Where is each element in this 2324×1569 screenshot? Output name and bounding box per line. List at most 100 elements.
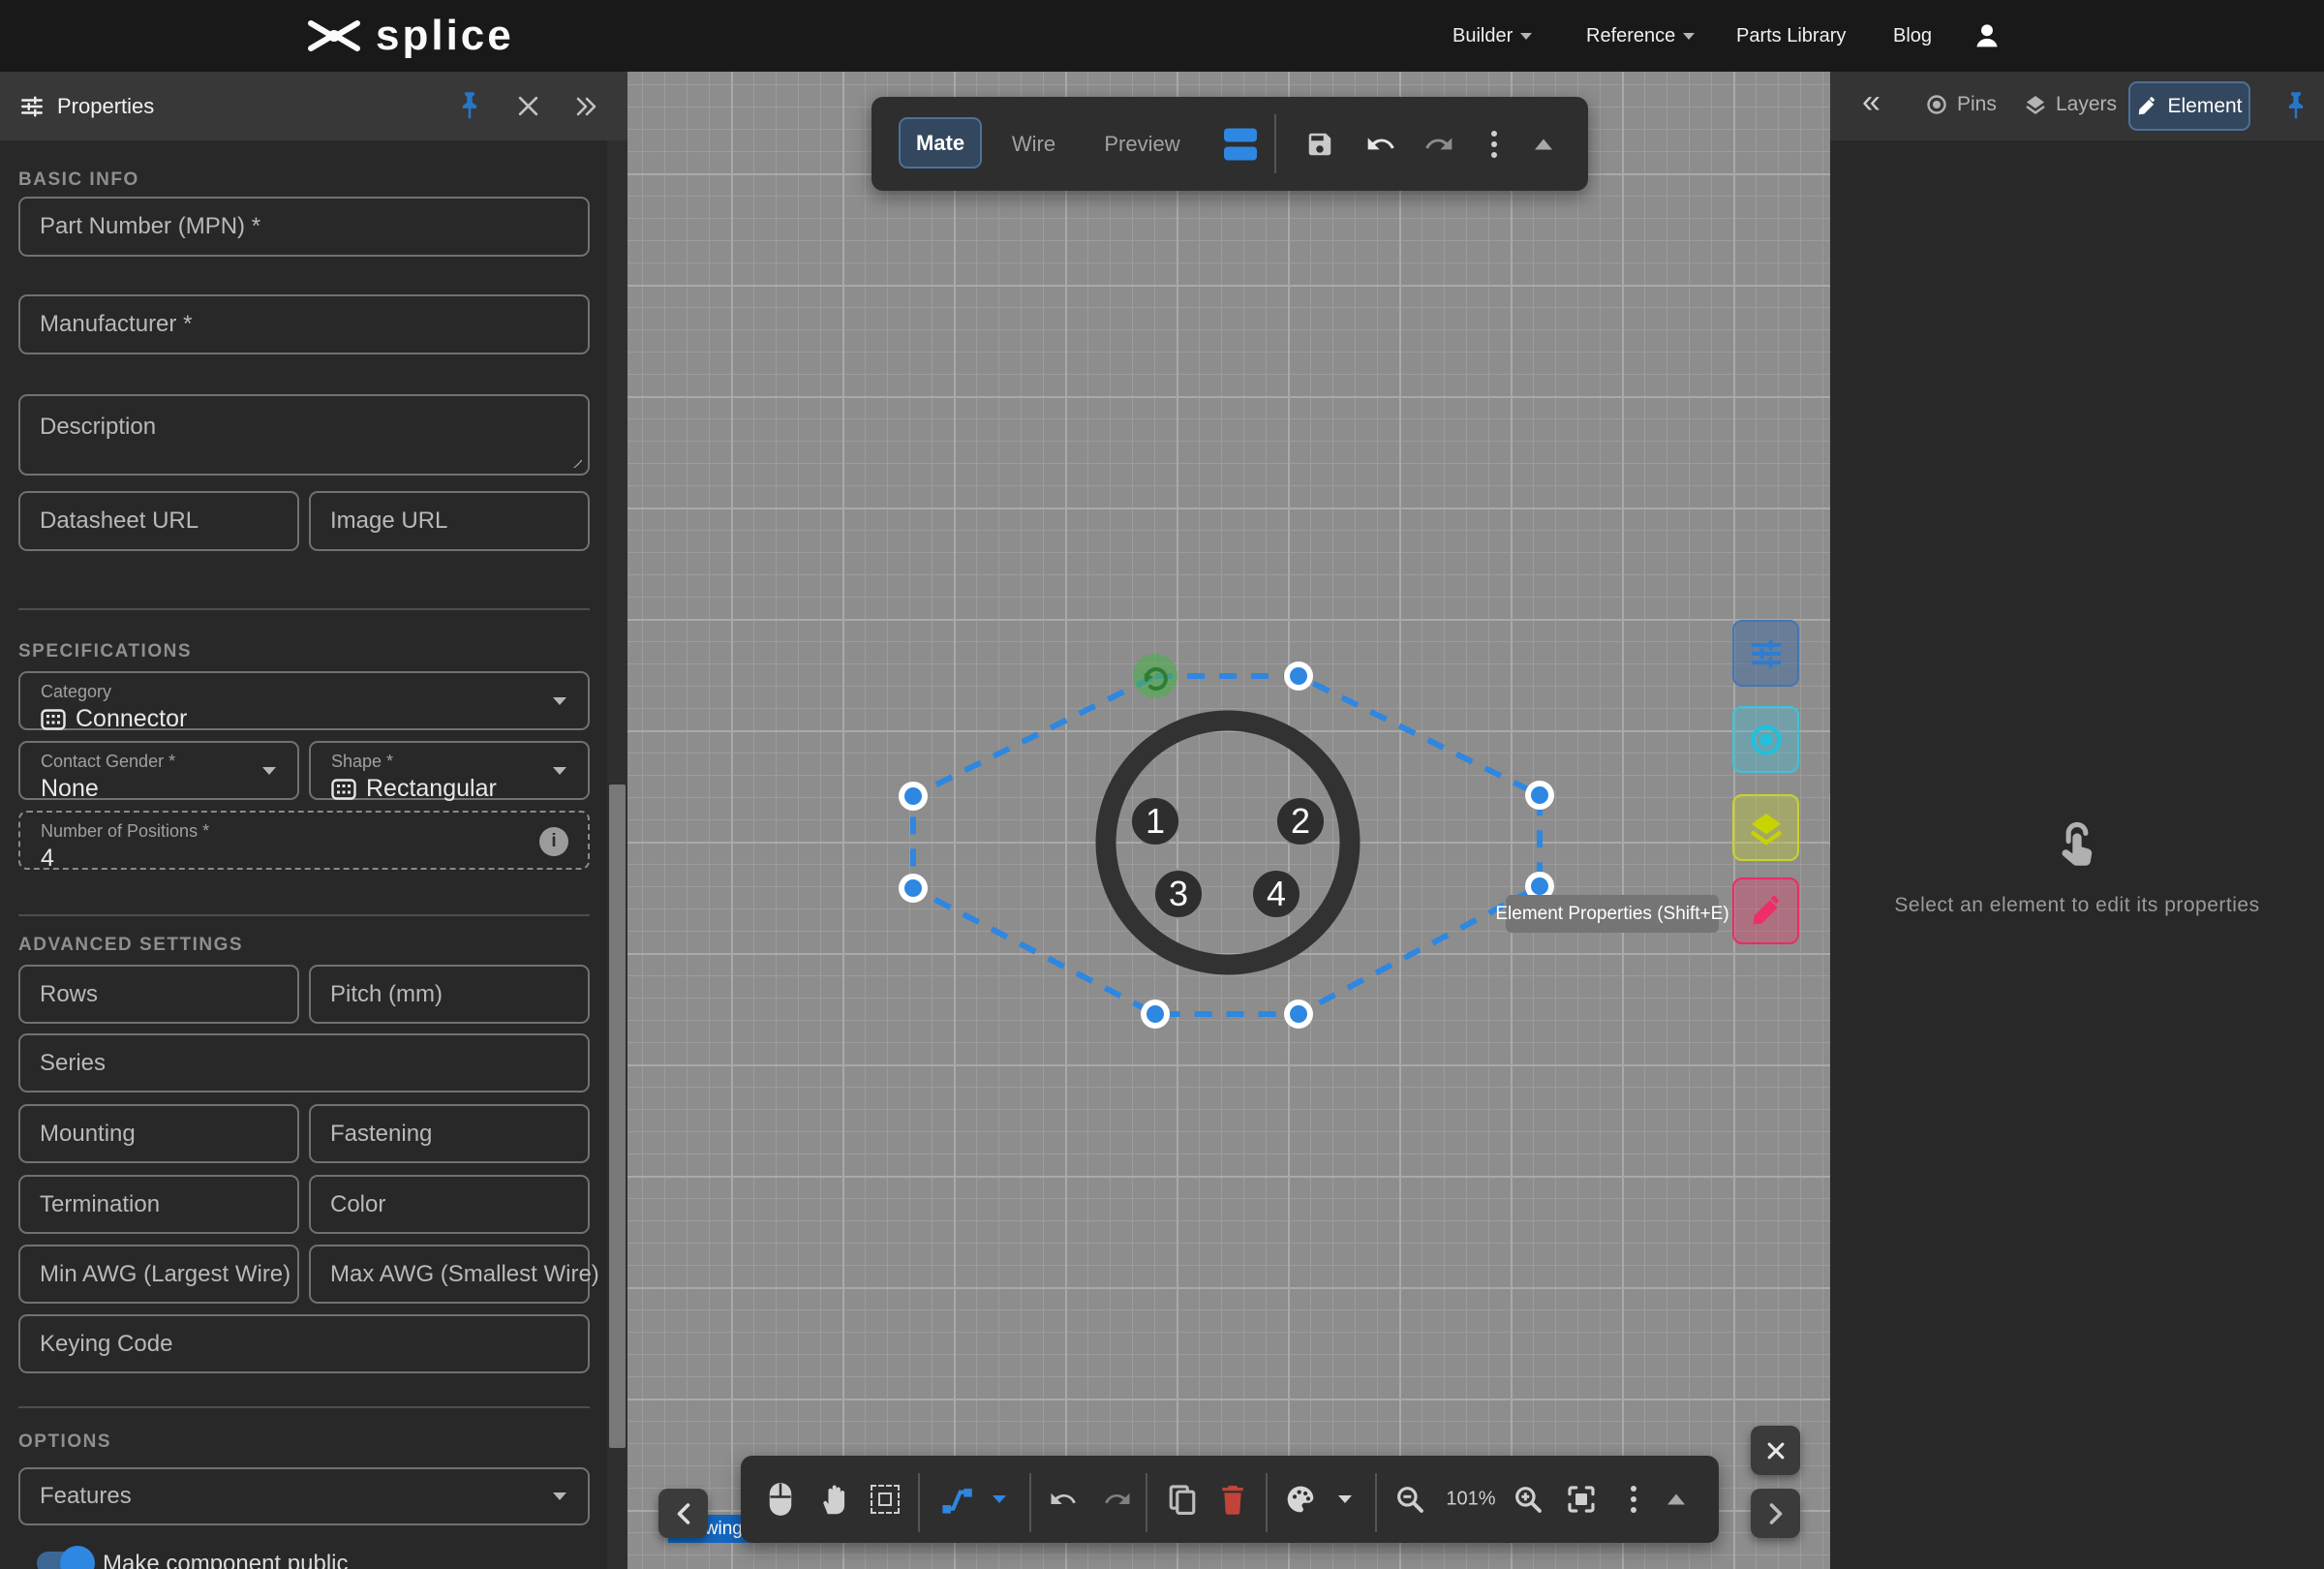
pin-panel-icon[interactable] [2281, 91, 2310, 122]
element-properties-button[interactable] [1732, 620, 1799, 687]
triangle-up-icon [1535, 138, 1552, 149]
zoom-level[interactable]: 101% [1440, 1489, 1502, 1511]
panel-scrollbar[interactable] [607, 140, 627, 1569]
make-public-label: Make component public [103, 1551, 349, 1569]
shape-select[interactable]: Shape * Rectangular [309, 741, 590, 802]
collapse-toolbar-button[interactable] [1663, 1493, 1690, 1505]
scroll-tabs-right-button[interactable] [1751, 1489, 1800, 1538]
account-button[interactable] [1971, 0, 2003, 72]
more-options-button[interactable] [1484, 130, 1504, 158]
tab-layers[interactable]: Layers [2024, 93, 2117, 116]
collapse-panel-icon[interactable] [573, 95, 598, 118]
layer-properties-button[interactable] [1732, 794, 1799, 861]
nav-item-blog[interactable]: Blog [1893, 0, 1932, 72]
duplicate-button[interactable] [1165, 1483, 1200, 1516]
layout-rows-icon[interactable] [1223, 128, 1258, 160]
part-number-field[interactable]: Part Number (MPN) * [18, 197, 590, 257]
undo-button[interactable] [1363, 129, 1398, 160]
select-component-button[interactable] [869, 1485, 902, 1514]
pin-panel-icon[interactable] [455, 91, 484, 122]
section-divider [18, 914, 590, 916]
zoom-out-button[interactable] [1393, 1484, 1426, 1515]
handle-bottom-left[interactable] [1141, 1000, 1170, 1029]
resize-handle[interactable] [572, 458, 582, 468]
handle-right-upper[interactable] [1525, 781, 1554, 810]
appearance-button[interactable] [1283, 1484, 1318, 1515]
rows-field[interactable]: Rows [18, 965, 299, 1024]
tab-element[interactable]: Element [2128, 81, 2250, 131]
nav-item-reference[interactable]: Reference [1586, 0, 1696, 72]
hand-icon [823, 1485, 845, 1515]
make-public-toggle[interactable] [37, 1546, 95, 1569]
features-select[interactable]: Features [18, 1467, 590, 1525]
toggle-knob [60, 1546, 95, 1569]
element-edit-button[interactable] [1732, 877, 1799, 944]
collapse-panel-icon[interactable]: « [1862, 83, 1881, 121]
max-awg-field[interactable]: Max AWG (Smallest Wire) [309, 1245, 599, 1304]
nav-item-builder[interactable]: Builder [1452, 0, 1533, 72]
handle-left-lower[interactable] [899, 874, 928, 903]
appearance-dropdown[interactable] [1334, 1495, 1356, 1503]
divider [1266, 1473, 1268, 1532]
zoom-in-button[interactable] [1512, 1484, 1544, 1515]
tab-wire[interactable]: Wire [997, 97, 1070, 191]
tab-mate[interactable]: Mate [899, 117, 982, 169]
chevron-down-icon [1520, 32, 1533, 40]
handle-left-upper[interactable] [899, 782, 928, 811]
divider [1146, 1473, 1147, 1532]
redo-button[interactable] [1101, 1485, 1134, 1514]
datasheet-url-field[interactable]: Datasheet URL [18, 491, 299, 551]
wire-tool-dropdown[interactable] [989, 1495, 1010, 1503]
description-field[interactable]: Description [18, 394, 590, 476]
undo-icon [1367, 137, 1394, 149]
category-select[interactable]: Category Connector [18, 671, 590, 732]
close-icon[interactable] [516, 94, 540, 118]
pitch-field[interactable]: Pitch (mm) [309, 965, 590, 1024]
fit-to-screen-button[interactable] [1564, 1484, 1599, 1515]
save-button[interactable] [1303, 130, 1336, 159]
number-of-positions-field[interactable]: Number of Positions * 4 i [18, 811, 590, 872]
delete-button[interactable] [1217, 1484, 1248, 1515]
tab-pins[interactable]: Pins [1925, 93, 1997, 116]
connector-icon [41, 708, 66, 730]
collapse-toolbar-button[interactable] [1530, 138, 1557, 149]
tune-icon [1751, 638, 1781, 668]
mouse-mode-button[interactable] [764, 1481, 797, 1518]
pin-4-label: 4 [1267, 874, 1286, 913]
logo-wordmark: splice [376, 12, 514, 59]
tab-preview[interactable]: Preview [1096, 97, 1188, 191]
nav-item-parts-library[interactable]: Parts Library [1736, 0, 1846, 72]
series-field[interactable]: Series [18, 1033, 590, 1092]
scrollbar-thumb[interactable] [609, 784, 626, 1448]
info-icon[interactable]: i [539, 827, 568, 856]
min-awg-field[interactable]: Min AWG (Largest Wire) [18, 1245, 299, 1304]
manufacturer-field[interactable]: Manufacturer * [18, 294, 590, 354]
close-view-button[interactable] [1751, 1426, 1800, 1475]
pan-mode-button[interactable] [816, 1482, 851, 1517]
chevron-down-icon [1338, 1495, 1352, 1503]
connector-icon [331, 778, 356, 800]
image-url-field[interactable]: Image URL [309, 491, 590, 551]
keying-code-field[interactable]: Keying Code [18, 1314, 590, 1373]
pin-3-label: 3 [1169, 874, 1188, 913]
redo-button[interactable] [1422, 129, 1456, 160]
mounting-field[interactable]: Mounting [18, 1104, 299, 1163]
undo-button[interactable] [1047, 1485, 1080, 1514]
more-options-button[interactable] [1624, 1486, 1643, 1513]
pin-properties-button[interactable] [1732, 706, 1799, 773]
splice-logo[interactable]: splice [306, 12, 514, 59]
tooltip: Element Properties (Shift+E) [1495, 895, 1729, 933]
handle-bottom-right[interactable] [1284, 1000, 1313, 1029]
rotate-handle[interactable] [1133, 654, 1177, 698]
top-nav: splice Builder Reference Parts Library B… [0, 0, 2324, 72]
empty-state-message: Select an element to edit its properties [1894, 894, 2260, 916]
termination-field[interactable]: Termination [18, 1175, 299, 1234]
scroll-tabs-left-button[interactable] [658, 1489, 708, 1538]
wire-tool-button[interactable] [938, 1483, 975, 1516]
pencil-icon [1753, 895, 1779, 924]
trash-icon [1222, 1486, 1243, 1515]
fastening-field[interactable]: Fastening [309, 1104, 590, 1163]
handle-top[interactable] [1284, 661, 1313, 691]
color-field[interactable]: Color [309, 1175, 590, 1234]
contact-gender-select[interactable]: Contact Gender * None [18, 741, 299, 802]
